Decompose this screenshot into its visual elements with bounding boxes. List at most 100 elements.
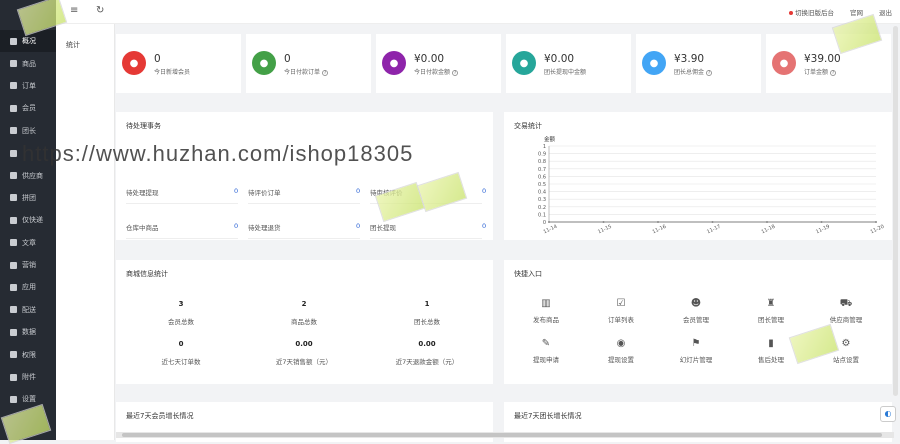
member-icon [9, 104, 18, 113]
sidebar-item-label: 配送 [22, 305, 36, 314]
sidebar-item-label: 会员 [22, 104, 36, 113]
quick-entry-4[interactable]: ♜ 团长管理 [741, 298, 801, 324]
todo-count[interactable]: 0 [482, 187, 486, 195]
quick-entry-1[interactable]: ▥ 发布商品 [516, 298, 576, 324]
help-circle-icon[interactable]: ? [452, 69, 459, 76]
todo-label[interactable]: 待处理提现 [126, 187, 159, 197]
scroll-thumb[interactable] [122, 433, 882, 437]
yuan-icon: ● [382, 51, 406, 75]
sidebar-item-label: 供应商 [22, 171, 43, 180]
help-circle-icon[interactable]: ? [322, 69, 329, 76]
todo-count[interactable]: 0 [234, 187, 238, 195]
mall-stat-label: 近七天订单数 [161, 358, 201, 366]
y-axis-label: 金额 [544, 135, 556, 143]
trade-chart: 金额00.10.20.30.40.50.60.70.80.9111-14 11-1… [538, 135, 886, 236]
stat-card: ● 0 今日新增会员 [116, 34, 241, 93]
leader-growth-title: 最近7天团长增长情况 [514, 412, 582, 420]
help-circle-icon[interactable]: ? [830, 69, 837, 76]
x-tick-label: 11-20 [870, 224, 886, 236]
doc-icon: ● [252, 51, 276, 75]
data-point [711, 221, 714, 223]
y-tick-label: 0.2 [538, 205, 546, 211]
sidebar-item[interactable]: 拼团 [0, 187, 56, 209]
todo-label[interactable]: 待评价订单 [248, 187, 281, 197]
sidebar-item[interactable]: 应用 [0, 276, 56, 298]
y-tick-label: 0.1 [538, 212, 546, 218]
quick-entry-3[interactable]: ☻ 会员管理 [666, 298, 726, 324]
help-icon[interactable]: ◐ [880, 406, 896, 422]
sidebar-item-label: 权限 [22, 350, 36, 359]
sidebar-item[interactable]: 团长 [0, 120, 56, 142]
sidebar-item[interactable]: 配送 [0, 299, 56, 321]
mall-stat-label: 会员总数 [168, 318, 194, 326]
todo-count[interactable]: 0 [234, 222, 238, 230]
sidebar-item[interactable]: 会员 [0, 97, 56, 119]
sidebar-item-label: 数据 [22, 328, 36, 337]
mall-stat-number: 3 [178, 300, 184, 308]
quick-entry-5[interactable]: ⛟ 供应商管理 [816, 298, 876, 324]
sidebar-item[interactable]: 设置 [0, 388, 56, 410]
quick-entry-8[interactable]: ⚑ 幻灯片管理 [666, 338, 726, 364]
menu-toggle-icon[interactable]: ≡ [70, 5, 78, 16]
sidebar-item[interactable]: 权限 [0, 343, 56, 365]
quick-entry-2[interactable]: ☑ 订单列表 [591, 298, 651, 324]
sidebar-item[interactable]: 订单 [0, 75, 56, 97]
subnav-item-statistics[interactable]: 统计 [56, 31, 114, 59]
stat-label: 今日付款金额 [414, 69, 451, 76]
todo-title: 待处理事务 [126, 122, 161, 130]
todo-count[interactable]: 0 [356, 222, 360, 230]
sidebar-item[interactable]: 仅快递 [0, 209, 56, 231]
todo-panel: 待处理事务 待处理提现0待评价订单0待审核评价0仓库中商品0待处理退货0团长提现… [116, 112, 493, 240]
quick-entry-label: 会员管理 [683, 316, 709, 324]
sidebar-item[interactable]: 供应商 [0, 164, 56, 186]
sidebar-item[interactable]: 文章 [0, 232, 56, 254]
mall-stat-item: 0 近七天订单数 [121, 340, 241, 366]
quick-entry-label: 供应商管理 [829, 316, 863, 324]
stat-label-wrap: 今日付款订单? [284, 67, 329, 76]
quick-entry-7[interactable]: ◉ 提现设置 [591, 338, 651, 364]
quick-entry-label: 团长管理 [758, 316, 784, 324]
y-tick-label: 0.4 [538, 190, 546, 196]
todo-label[interactable]: 待处理退货 [248, 222, 281, 232]
red-dot-icon [789, 11, 793, 15]
x-tick-label: 11-15 [597, 224, 613, 236]
divider [126, 238, 238, 239]
stat-cards: ● 0 今日新增会员 ● 0 今日付款订单? ● ¥0.00 今日付款金额? ● ¥0.00 团长提现… [116, 34, 891, 93]
add-user-icon: ● [122, 51, 146, 75]
todo-count[interactable]: 0 [482, 222, 486, 230]
todo-count[interactable]: 0 [356, 187, 360, 195]
sidebar-item-label: 设置 [22, 395, 36, 404]
stat-label: 团长提现中金额 [544, 69, 587, 76]
sidebar-item[interactable]: 附件 [0, 366, 56, 388]
mall-stat-number: 1 [424, 300, 430, 308]
y-tick-label: 0.9 [538, 152, 546, 158]
settings-icon [9, 395, 18, 404]
sidebar-item[interactable]: 商品 [0, 52, 56, 74]
mall-stat-label: 商品总数 [291, 318, 317, 326]
data-point [875, 221, 877, 223]
quick-entry-6[interactable]: ✎ 提现申请 [516, 338, 576, 364]
horizontal-scrollbar[interactable] [116, 432, 894, 438]
group-icon [9, 193, 18, 202]
x-tick-label: 11-16 [652, 224, 668, 236]
sidebar-item[interactable]: 数据 [0, 321, 56, 343]
article-icon [9, 238, 18, 247]
sidebar-item[interactable]: 营销 [0, 254, 56, 276]
logout-link[interactable]: 退出 [879, 7, 892, 17]
official-site-link[interactable]: 官网 [850, 7, 863, 17]
todo-label[interactable]: 仓库中商品 [126, 222, 159, 232]
stat-label: 订单金额 [804, 69, 829, 76]
coin-icon: ◉ [616, 338, 626, 349]
stat-label-wrap: 今日付款金额? [414, 67, 459, 76]
refresh-icon[interactable]: ↻ [96, 5, 104, 16]
vertical-scrollbar[interactable] [893, 26, 898, 396]
help-circle-icon[interactable]: ? [706, 69, 713, 76]
stat-value: ¥3.90 [674, 53, 705, 65]
sidebar: 概况 商品 订单 会员 团长 供应商 拼团 仅快递 文章 营销 应用 配送 数据 权限 附件 设置 [0, 0, 56, 440]
quick-entry-label: 提现设置 [608, 356, 634, 364]
switch-old-admin-link[interactable]: 切换旧版后台 [789, 7, 834, 17]
barcode-icon: ▥ [541, 298, 551, 309]
sub-navigation: 首页概况 统计 [56, 0, 115, 440]
todo-label[interactable]: 团长提现 [370, 222, 396, 232]
y-tick-label: 1 [543, 144, 546, 150]
